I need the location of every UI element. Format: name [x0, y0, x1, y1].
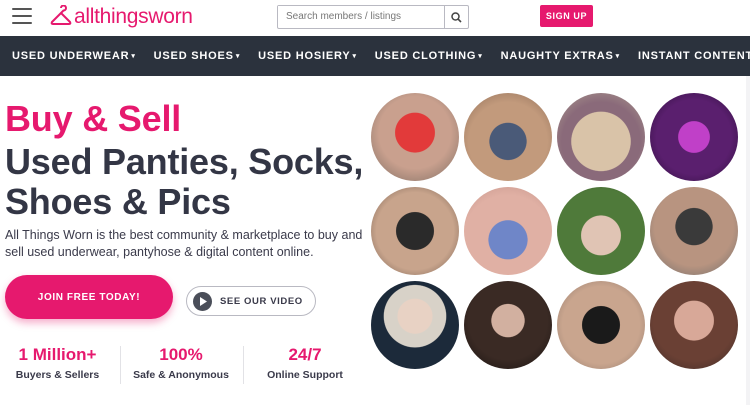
main-navigation: USED UNDERWEAR ▾ USED SHOES ▾ USED HOSIERY…	[0, 36, 750, 76]
hero-headline-line-1: Used Panties, Socks,	[5, 141, 364, 182]
gallery-avatar[interactable]	[557, 93, 645, 181]
logo-text: allthingsworn	[74, 5, 193, 28]
nav-item-used-hosiery[interactable]: USED HOSIERY ▾	[258, 50, 357, 62]
nav-item-label: NAUGHTY EXTRAS	[500, 50, 614, 62]
caret-down-icon: ▾	[478, 53, 483, 60]
gallery-avatar[interactable]	[557, 281, 645, 369]
gallery-avatar[interactable]	[464, 187, 552, 275]
stat-value: 100%	[159, 345, 203, 364]
stat-label: Safe & Anonymous	[133, 369, 229, 381]
nav-item-label: USED CLOTHING	[374, 50, 477, 62]
nav-item-label: USED UNDERWEAR	[12, 50, 130, 62]
page-edge	[746, 76, 750, 405]
search-bar	[277, 5, 469, 29]
stat-label: Online Support	[267, 369, 343, 381]
gallery-avatar[interactable]	[650, 281, 738, 369]
stat-value: 1 Million+	[18, 345, 97, 364]
gallery-avatar[interactable]	[650, 187, 738, 275]
stat-label: Buyers & Sellers	[15, 369, 100, 381]
search-icon	[451, 11, 462, 23]
play-icon	[193, 291, 212, 311]
stat-online-support: 24/7 Online Support	[250, 345, 360, 381]
gallery-avatar[interactable]	[371, 281, 459, 369]
nav-item-label: INSTANT CONTENT	[638, 50, 750, 62]
see-video-label: SEE OUR VIDEO	[220, 295, 303, 307]
hero-headline-pink: Buy & Sell	[5, 98, 182, 139]
sign-up-button[interactable]: SIGN UP	[540, 5, 593, 27]
nav-item-naughty-extras[interactable]: NAUGHTY EXTRAS ▾	[501, 50, 620, 62]
nav-item-label: USED HOSIERY	[258, 50, 351, 62]
stat-buyers-sellers: 1 Million+ Buyers & Sellers	[5, 345, 110, 381]
nav-item-label: USED SHOES	[153, 50, 234, 62]
hanger-logo-icon	[50, 5, 72, 25]
nav-item-used-clothing[interactable]: USED CLOTHING ▾	[375, 50, 483, 62]
gallery-avatar[interactable]	[464, 93, 552, 181]
stat-divider	[120, 346, 121, 384]
stat-value: 24/7	[288, 345, 322, 364]
hero-headline-line-2: Shoes & Pics	[5, 181, 231, 222]
caret-down-icon: ▾	[235, 53, 241, 60]
gallery-avatar[interactable]	[557, 187, 645, 275]
site-logo[interactable]: allthingsworn	[50, 4, 193, 30]
stat-safe-anonymous: 100% Safe & Anonymous	[126, 345, 236, 381]
top-header: allthingsworn SIGN UP	[0, 0, 750, 35]
hamburger-menu-icon[interactable]	[12, 8, 32, 24]
hero-description: All Things Worn is the best community & …	[5, 228, 363, 259]
caret-down-icon: ▾	[615, 53, 620, 60]
nav-item-instant-content[interactable]: INSTANT CONTENT▾	[638, 50, 750, 62]
stat-divider	[243, 346, 244, 384]
nav-item-used-shoes[interactable]: USED SHOES ▾	[154, 50, 240, 62]
nav-item-used-underwear[interactable]: USED UNDERWEAR ▾	[12, 50, 136, 62]
caret-down-icon: ▾	[352, 53, 357, 60]
caret-down-icon: ▾	[131, 53, 136, 60]
search-input[interactable]	[278, 6, 445, 26]
gallery-avatar[interactable]	[650, 93, 738, 181]
join-free-button[interactable]: JOIN FREE TODAY!	[5, 275, 173, 319]
see-video-button[interactable]: SEE OUR VIDEO	[186, 286, 316, 316]
gallery-avatar[interactable]	[371, 187, 459, 275]
search-button[interactable]	[444, 6, 468, 28]
gallery-avatar[interactable]	[464, 281, 552, 369]
gallery-avatar[interactable]	[371, 93, 459, 181]
